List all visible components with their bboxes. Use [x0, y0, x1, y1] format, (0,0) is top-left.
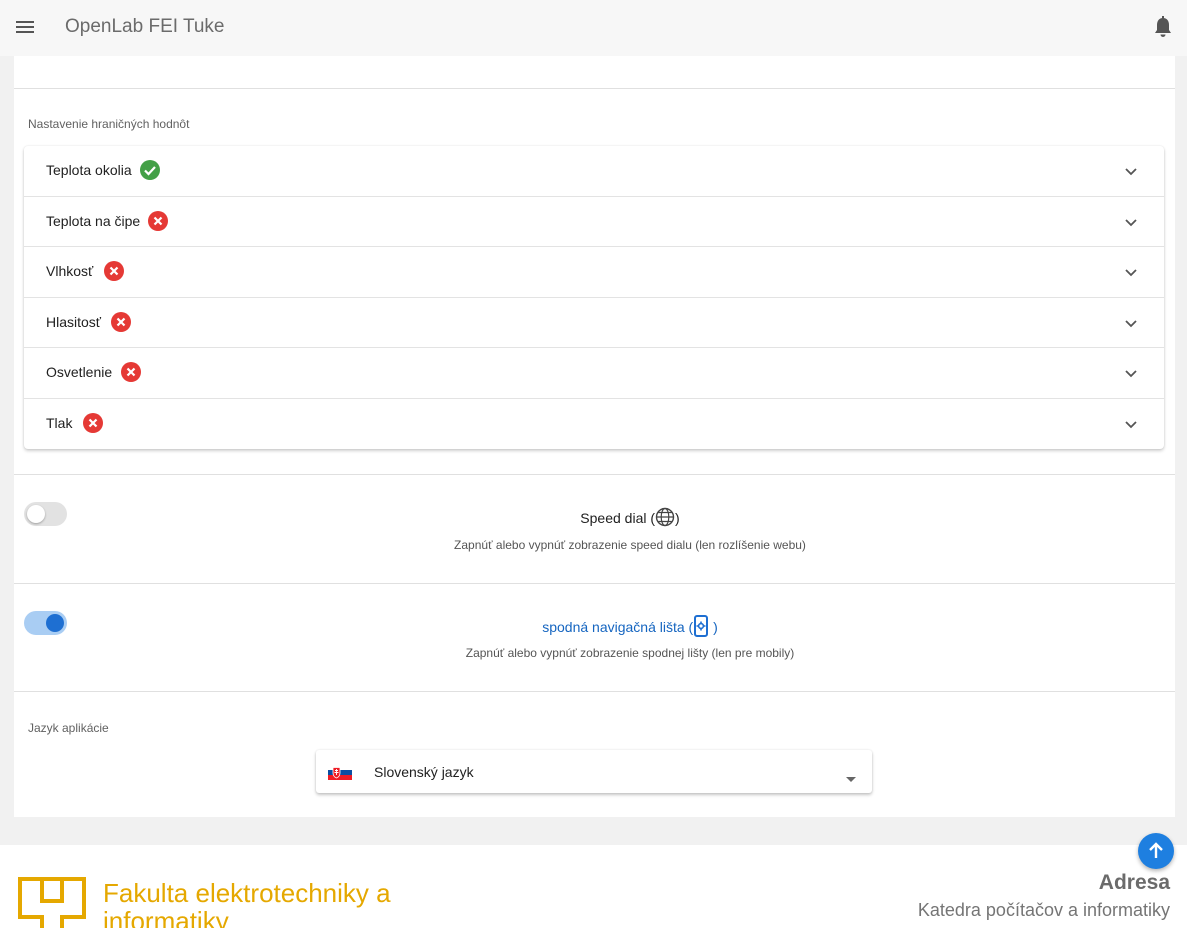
divider	[14, 88, 1175, 89]
panel-teplota-okolia[interactable]: Teplota okolia	[24, 146, 1164, 196]
panel-tlak[interactable]: Tlak	[24, 398, 1164, 448]
divider	[14, 583, 1175, 584]
settings-card: Nastavenie hraničných hodnôt Teplota oko…	[14, 56, 1175, 817]
speed-dial-title-text: Speed dial (	[580, 510, 656, 526]
bottom-nav-title: spodná navigačná lišta ( )	[14, 615, 1187, 640]
speed-dial-title-end: )	[675, 510, 680, 526]
error-circle-icon	[121, 362, 141, 382]
divider	[14, 474, 1175, 475]
panel-label: Osvetlenie	[46, 364, 113, 380]
error-circle-icon	[83, 413, 103, 433]
panel-label: Hlasitosť	[46, 314, 102, 330]
error-circle-icon	[111, 312, 131, 332]
address-line: Katedra počítačov a informatiky	[917, 900, 1170, 920]
panel-label: Vlhkosť	[46, 263, 94, 279]
chevron-down-icon	[1124, 164, 1138, 176]
check-circle-icon	[140, 160, 160, 180]
faculty-name: Fakulta elektrotechniky a informatiky	[103, 878, 391, 928]
speed-dial-title: Speed dial ()	[14, 507, 1187, 530]
panel-hlasitost[interactable]: Hlasitosť	[24, 297, 1164, 347]
footer: Fakulta elektrotechniky a informatiky Ad…	[0, 845, 1187, 928]
address-title: Adresa	[1098, 871, 1170, 894]
mobile-settings-icon	[693, 615, 709, 640]
app-title: OpenLab FEI Tuke	[65, 16, 225, 37]
chevron-down-icon	[1124, 265, 1138, 277]
divider	[14, 691, 1175, 692]
language-selected-value: Slovenský jazyk	[374, 764, 474, 780]
caret-down-icon	[846, 769, 856, 782]
language-section-label: Jazyk aplikácie	[28, 721, 109, 735]
app-bar: OpenLab FEI Tuke	[0, 0, 1187, 56]
panel-label: Teplota okolia	[46, 162, 132, 178]
chevron-down-icon	[1124, 215, 1138, 227]
menu-icon[interactable]	[16, 18, 36, 36]
panel-osvetlenie[interactable]: Osvetlenie	[24, 347, 1164, 397]
chevron-down-icon	[1124, 316, 1138, 328]
panel-teplota-na-cipe[interactable]: Teplota na čipe	[24, 196, 1164, 246]
panel-vlhkost[interactable]: Vlhkosť	[24, 246, 1164, 296]
bottom-nav-title-text: spodná navigačná lišta (	[542, 619, 694, 635]
chevron-down-icon	[1124, 417, 1138, 429]
globe-icon	[655, 507, 675, 530]
slovak-flag-icon	[328, 765, 352, 780]
bell-icon[interactable]	[1152, 15, 1174, 39]
arrow-up-icon	[1149, 842, 1163, 858]
fei-logo	[18, 877, 86, 928]
error-circle-icon	[148, 211, 168, 231]
thresholds-section-label: Nastavenie hraničných hodnôt	[28, 117, 190, 131]
language-select[interactable]: Slovenský jazyk	[316, 750, 872, 793]
thresholds-panels: Teplota okolia Teplota na čipe Vlhkosť H…	[24, 146, 1164, 449]
error-circle-icon	[104, 261, 124, 281]
scroll-to-top-button[interactable]	[1138, 833, 1174, 869]
bottom-nav-title-end: )	[709, 619, 718, 635]
speed-dial-description: Zapnúť alebo vypnúť zobrazenie speed dia…	[454, 538, 806, 552]
chevron-down-icon	[1124, 366, 1138, 378]
panel-label: Tlak	[46, 415, 73, 431]
panel-label: Teplota na čipe	[46, 213, 141, 229]
bottom-nav-description: Zapnúť alebo vypnúť zobrazenie spodnej l…	[465, 646, 795, 660]
